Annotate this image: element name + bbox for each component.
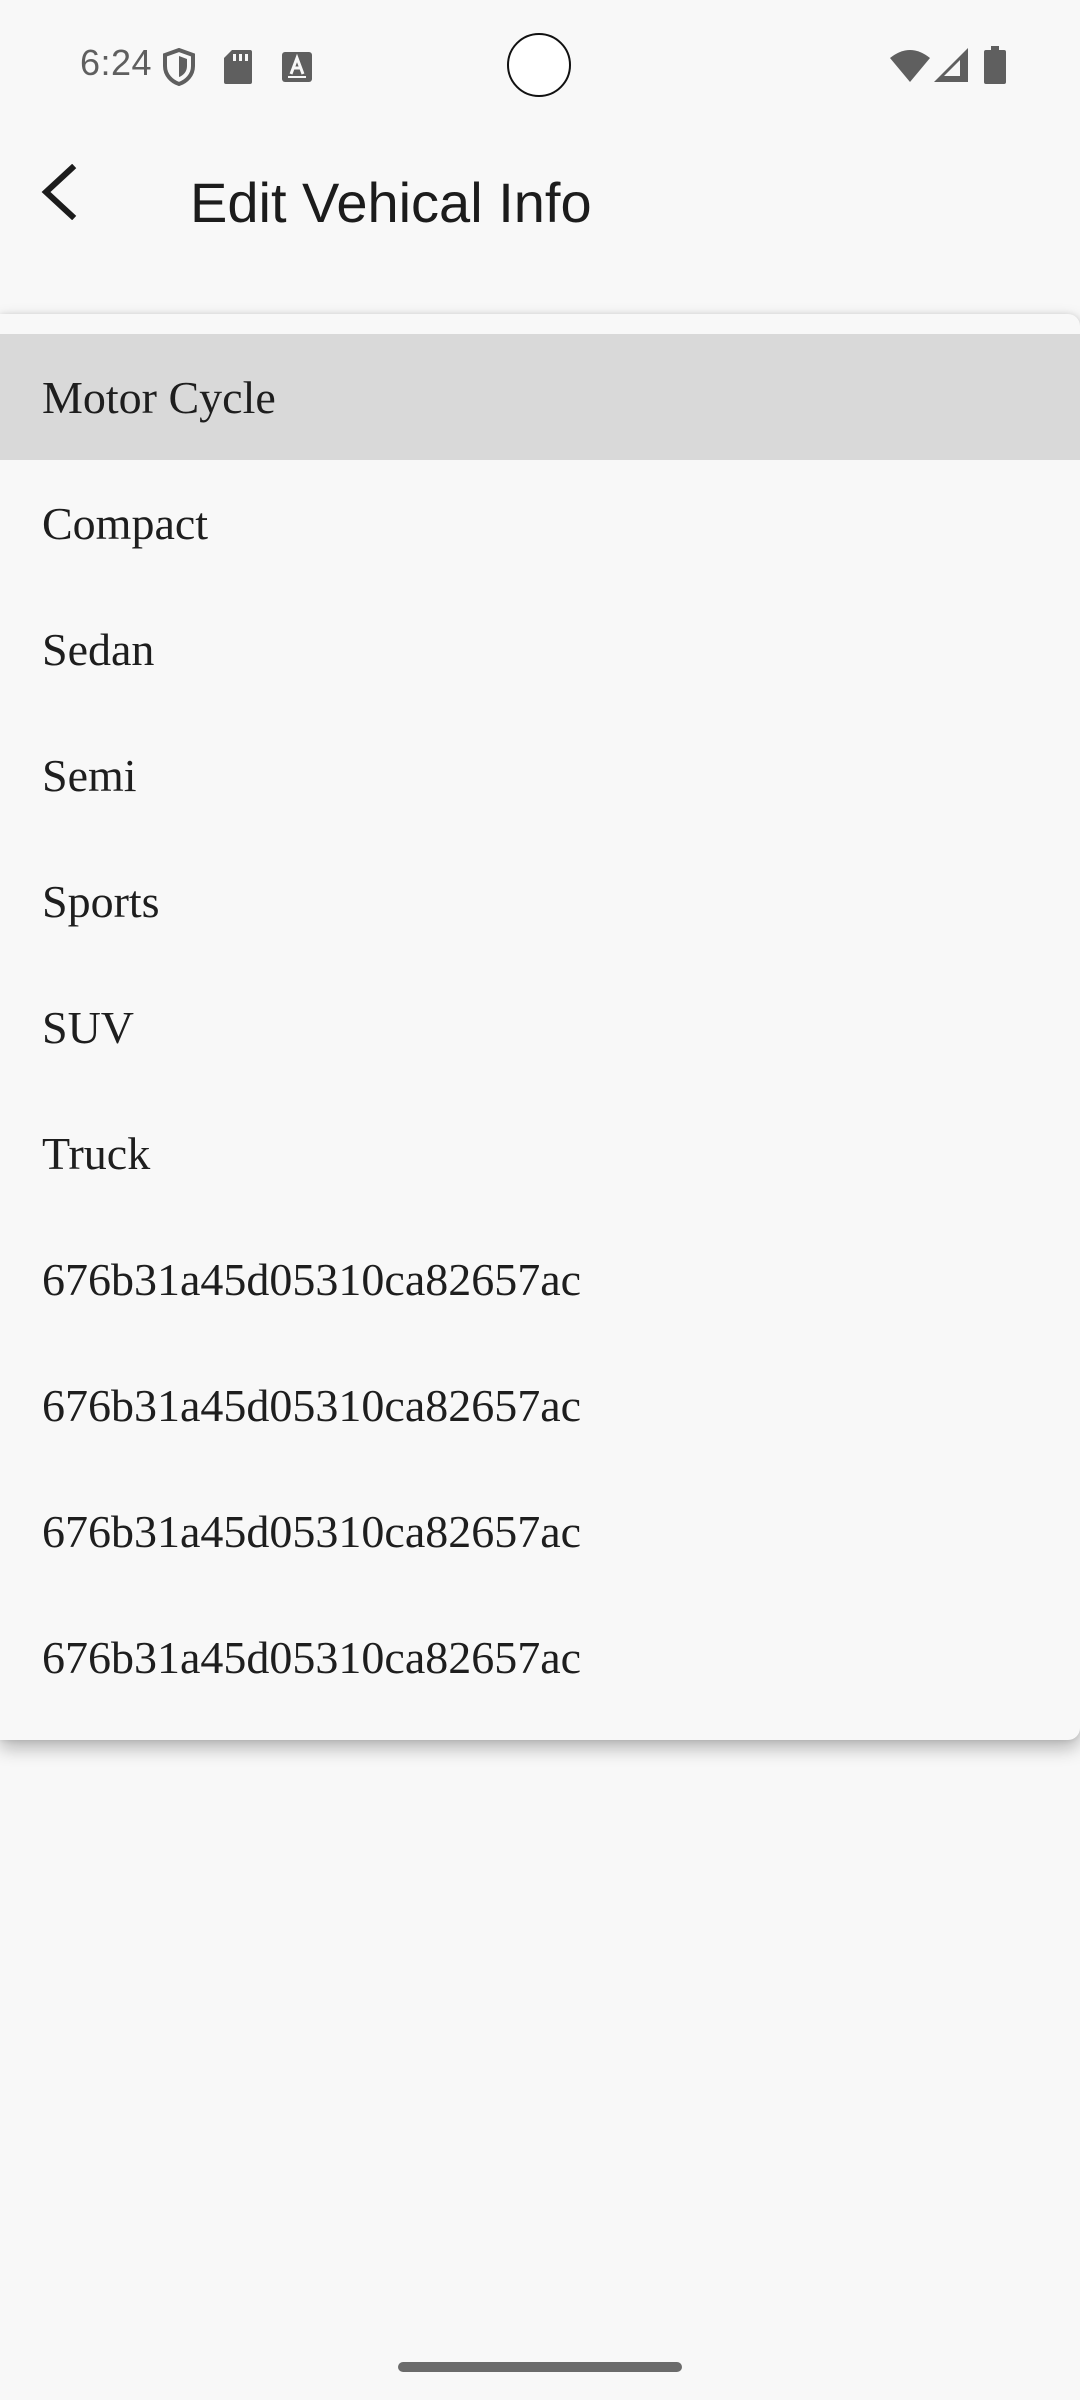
dropdown-option[interactable]: Motor Cycle — [0, 334, 1080, 460]
status-time: 6:24 — [80, 42, 153, 83]
dropdown-option[interactable]: Truck — [0, 1090, 1080, 1216]
screen: 6:24 Edit Vehical Info Motor Cycle Compa… — [0, 0, 1080, 2400]
wifi-icon — [890, 50, 930, 82]
dropdown-option[interactable]: Sedan — [0, 586, 1080, 712]
dropdown-option[interactable]: SUV — [0, 964, 1080, 1090]
dropdown-option[interactable]: 676b31a45d05310ca82657ac — [0, 1594, 1080, 1720]
dropdown-option[interactable]: Compact — [0, 460, 1080, 586]
dropdown-option[interactable]: Sports — [0, 838, 1080, 964]
battery-icon — [984, 46, 1006, 84]
camera-cutout — [507, 33, 571, 97]
font-a-icon — [282, 52, 312, 82]
dropdown-option[interactable]: 676b31a45d05310ca82657ac — [0, 1216, 1080, 1342]
dropdown-option[interactable]: 676b31a45d05310ca82657ac — [0, 1342, 1080, 1468]
vehicle-type-dropdown: Motor Cycle Compact Sedan Semi Sports SU… — [0, 314, 1080, 1740]
cell-signal-icon — [934, 48, 968, 82]
dropdown-option[interactable]: Semi — [0, 712, 1080, 838]
dropdown-list: Motor Cycle Compact Sedan Semi Sports SU… — [0, 334, 1080, 1720]
back-arrow-icon — [41, 164, 77, 220]
sd-card-icon — [224, 50, 252, 84]
shield-icon — [163, 48, 195, 86]
gesture-nav-handle[interactable] — [398, 2362, 682, 2372]
dropdown-option[interactable]: 676b31a45d05310ca82657ac — [0, 1468, 1080, 1594]
status-bar: 6:24 — [0, 0, 1080, 130]
app-bar: Edit Vehical Info — [0, 130, 1080, 280]
back-button[interactable] — [24, 158, 92, 226]
page-title: Edit Vehical Info — [190, 171, 592, 234]
